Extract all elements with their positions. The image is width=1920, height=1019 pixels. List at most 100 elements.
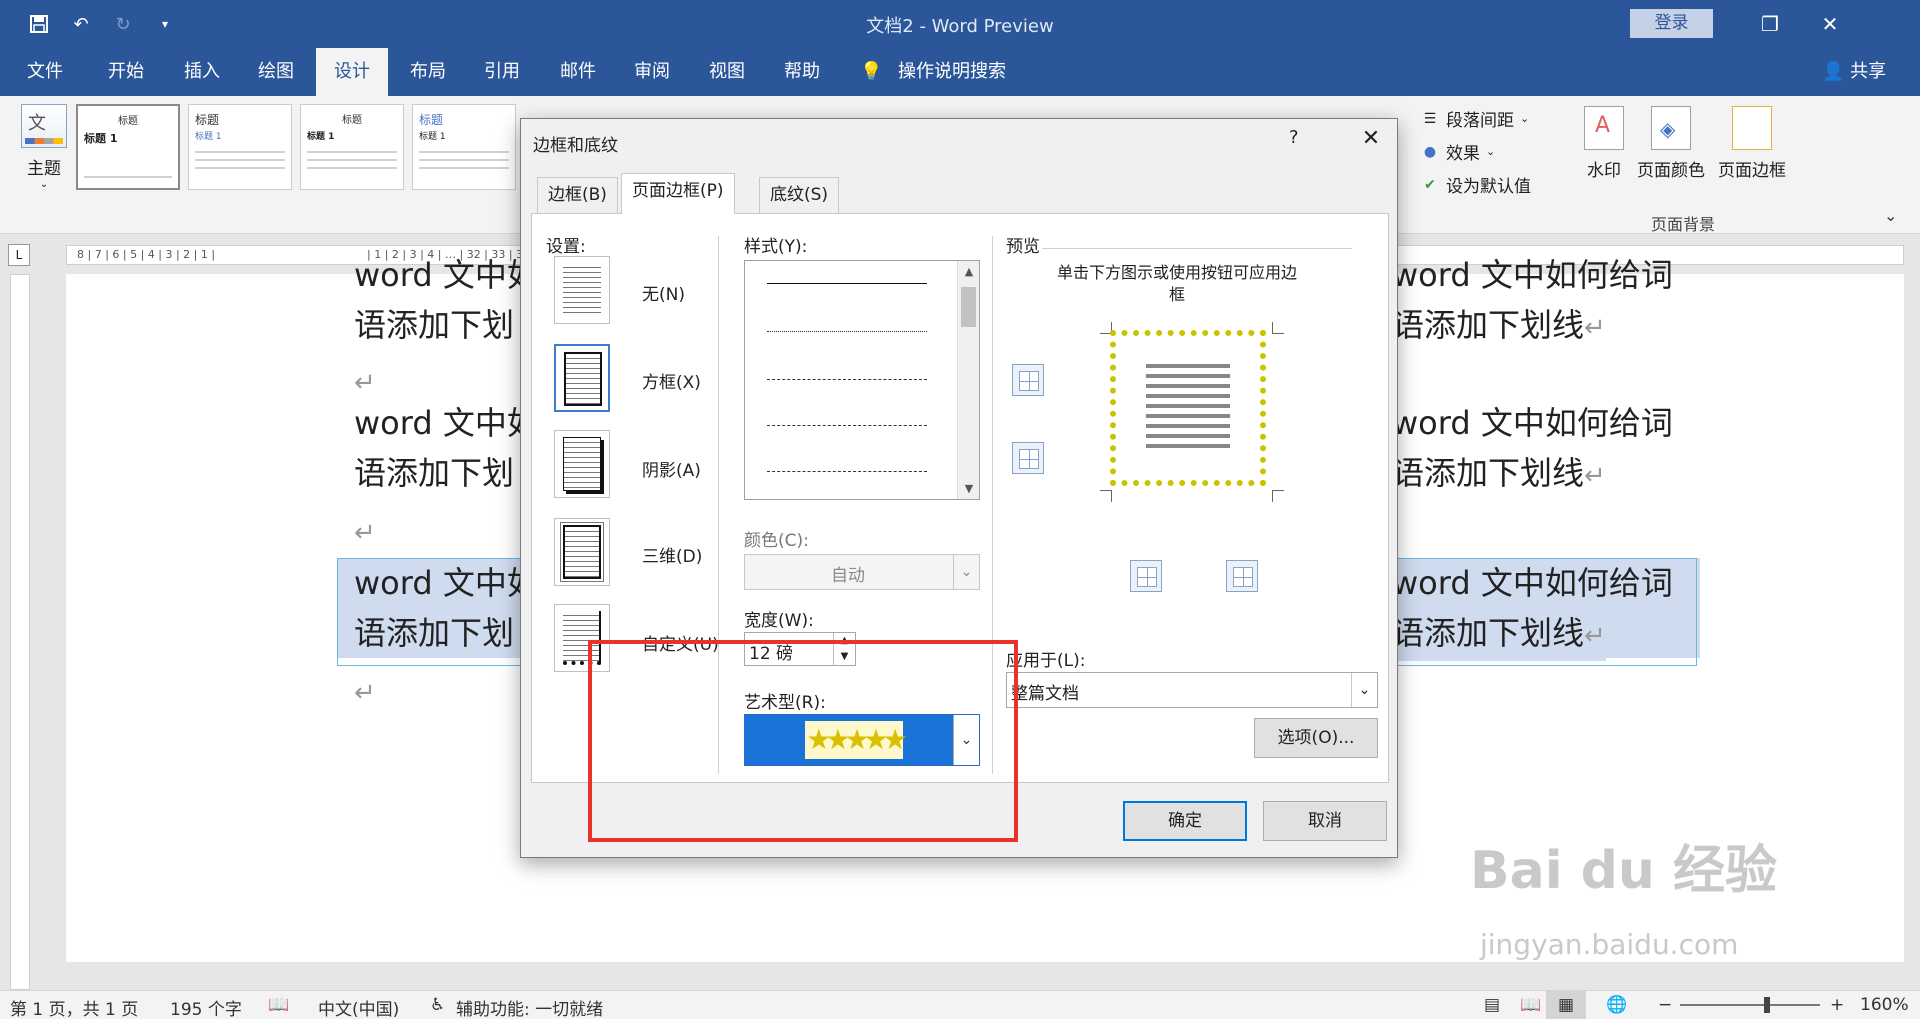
tab-page-border[interactable]: 页面边框(P) [621,173,735,214]
preview-label: 预览 [1006,237,1040,257]
page-borders-button[interactable]: 页面边框 [1714,106,1790,181]
themes-label: 主题 [27,159,61,179]
setting-none[interactable]: 无(N) [642,280,685,305]
style-set-item[interactable]: 标题 标题 1 [188,104,292,190]
setting-none-icon[interactable] [554,256,610,324]
tab-file[interactable]: 文件 [14,48,76,96]
setting-3d[interactable]: 三维(D) [642,542,702,567]
paragraph-line: 语添加下划 [354,454,515,492]
set-default-button[interactable]: ✔ 设为默认值 [1420,168,1531,201]
focus-mode-icon[interactable]: ▤ [1484,995,1500,1015]
redo-icon[interactable]: ↻ [110,10,136,38]
preview-rule [1042,248,1352,249]
options-button[interactable]: 选项(O)... [1254,718,1378,758]
tab-borders[interactable]: 边框(B) [537,177,618,213]
close-icon[interactable]: ✕ [1353,123,1389,155]
tab-shading[interactable]: 底纹(S) [759,177,840,213]
setting-box-icon[interactable] [554,344,610,412]
themes-button[interactable]: 文 主题 ⌄ [18,104,70,190]
style-set-item[interactable]: 标题 标题 1 [412,104,516,190]
tab-selector[interactable]: L [8,244,30,266]
page-color-icon: ◈ [1651,106,1691,150]
watermark-button[interactable]: A 水印 [1584,106,1624,181]
tab-home[interactable]: 开始 [94,48,158,96]
style-scrollbar[interactable]: ▲ ▼ [957,261,979,499]
annotation-highlight-box [588,640,1018,842]
language-indicator[interactable]: 中文(中国) [318,995,399,1019]
zoom-level[interactable]: 160% [1860,995,1909,1015]
width-label: 宽度(W): [744,611,814,631]
style-set-item[interactable]: 标题 标题 1 [300,104,404,190]
tab-insert[interactable]: 插入 [170,48,234,96]
restore-icon[interactable]: ❐ [1740,4,1800,44]
corner-mark [1272,322,1284,334]
login-button[interactable]: 登录 [1630,9,1713,38]
style-dotted[interactable] [767,331,927,332]
page-background-group-label: 页面背景 [1650,215,1715,234]
tell-me-search[interactable]: 操作说明搜索 [898,48,1028,96]
tab-references[interactable]: 引用 [470,48,534,96]
setting-shadow[interactable]: 阴影(A) [642,456,701,481]
web-layout-icon[interactable]: 🌐 [1606,995,1627,1015]
preview-area[interactable] [1006,322,1366,522]
zoom-slider-thumb[interactable] [1763,997,1770,1013]
scroll-thumb[interactable] [961,287,976,327]
ok-button[interactable]: 确定 [1123,801,1247,841]
setting-3d-icon[interactable] [554,518,610,586]
chevron-down-icon: ⌄ [1486,145,1496,158]
title-bar: ↶ ↻ ▾ 文档2 - Word Preview 登录 ❐ ✕ [0,0,1920,48]
style-solid[interactable] [767,283,927,284]
close-window-icon[interactable]: ✕ [1800,4,1860,44]
color-dropdown[interactable]: 自动 ⌄ [744,554,980,590]
bottom-border-button[interactable] [1012,442,1044,474]
scroll-down-icon[interactable]: ▼ [958,482,980,495]
style-dash-large[interactable] [767,425,927,426]
read-mode-icon[interactable]: 📖 [1520,995,1541,1015]
page-color-button[interactable]: ◈ 页面颜色 [1634,106,1708,181]
tab-mailings[interactable]: 邮件 [546,48,610,96]
baidu-watermark-url: jingyan.baidu.com [1480,928,1739,961]
tab-draw[interactable]: 绘图 [244,48,308,96]
tab-view[interactable]: 视图 [695,48,759,96]
save-icon[interactable] [26,10,52,38]
collapse-ribbon-icon[interactable]: ⌄ [1884,206,1897,225]
setting-box[interactable]: 方框(X) [642,368,701,393]
lightbulb-icon: 💡 [860,61,883,82]
word-count[interactable]: 195 个字 [170,995,242,1019]
proofing-icon[interactable]: 📖 [268,995,289,1015]
undo-icon[interactable]: ↶ [68,10,94,38]
cancel-button[interactable]: 取消 [1263,801,1387,841]
page-borders-icon [1732,106,1772,150]
effects-button[interactable]: ● 效果 ⌄ [1420,135,1531,168]
left-border-button[interactable] [1130,560,1162,592]
qat-menu-icon[interactable]: ▾ [152,10,178,38]
page-count[interactable]: 第 1 页，共 1 页 [10,995,138,1019]
zoom-in-button[interactable]: + [1830,995,1844,1015]
setting-shadow-icon[interactable] [554,430,610,498]
apply-to-dropdown[interactable]: 整篇文档 ⌄ [1006,672,1378,708]
right-border-button[interactable] [1226,560,1258,592]
paragraph-line: 语添加下划 [354,306,515,344]
share-button[interactable]: 👤 共享 [1822,48,1886,96]
tab-help[interactable]: 帮助 [770,48,834,96]
accessibility-status[interactable]: 辅助功能: 一切就绪 [456,995,603,1019]
style-set-item[interactable]: 标题 标题 1 [76,104,180,190]
zoom-out-button[interactable]: − [1658,995,1672,1015]
tab-review[interactable]: 审阅 [620,48,684,96]
setting-label: 设置: [546,237,586,257]
zoom-slider[interactable] [1680,1004,1820,1006]
style-dash-dot[interactable] [767,471,927,472]
help-icon[interactable]: ? [1289,127,1299,148]
tab-design[interactable]: 设计 [316,48,388,96]
border-style-list[interactable]: ▲ ▼ [744,260,980,500]
status-bar: 第 1 页，共 1 页 195 个字 📖 中文(中国) ♿ 辅助功能: 一切就绪… [0,990,1920,1019]
top-border-button[interactable] [1012,364,1044,396]
print-layout-icon[interactable]: ▦ [1546,991,1586,1019]
dialog-title: 边框和底纹 [533,136,618,156]
scroll-up-icon[interactable]: ▲ [958,265,980,278]
paragraph-line: 语添加下划线↵ [1392,306,1606,344]
tab-layout[interactable]: 布局 [396,48,460,96]
chevron-down-icon: ⌄ [1520,112,1530,125]
paragraph-spacing-button[interactable]: ☰ 段落间距 ⌄ [1420,102,1531,135]
style-dashed[interactable] [767,379,927,380]
